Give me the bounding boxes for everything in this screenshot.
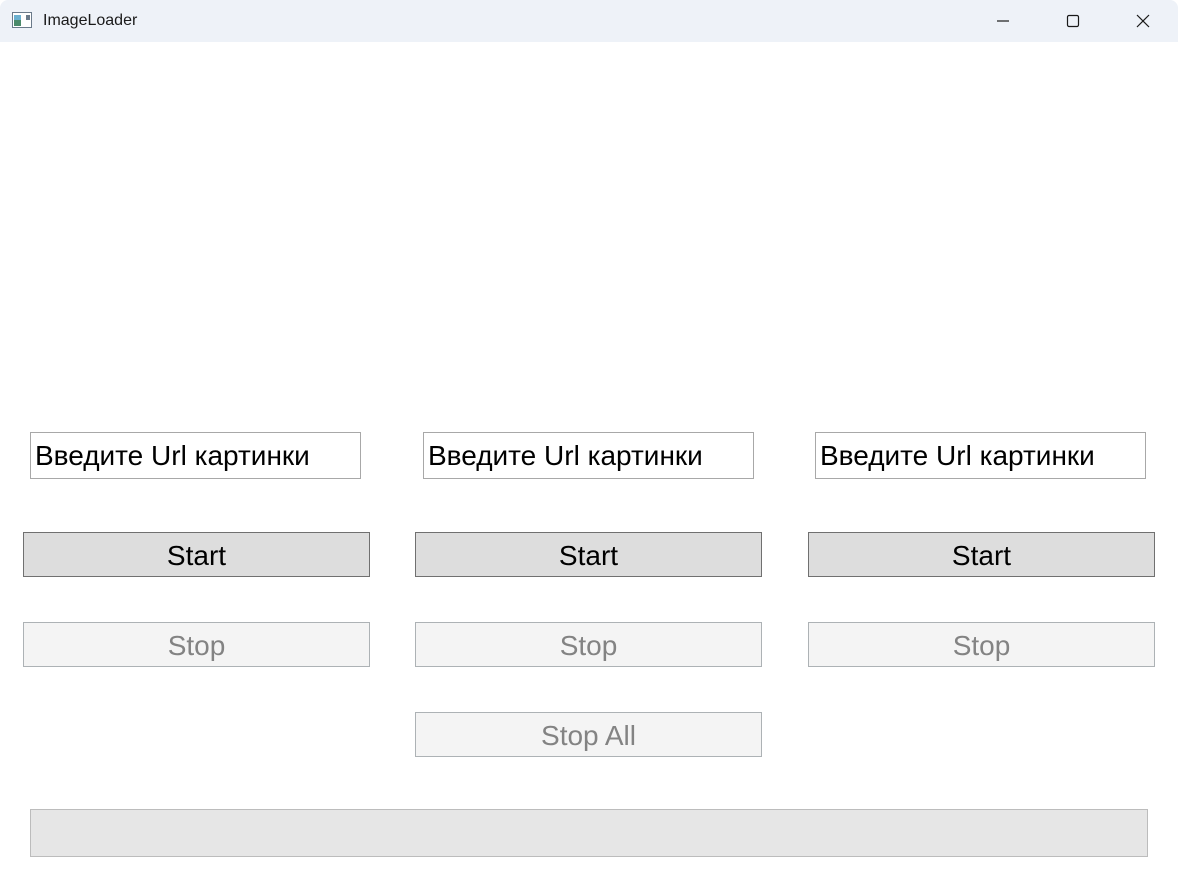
- minimize-button[interactable]: [968, 0, 1038, 42]
- url-input-2[interactable]: Введите Url картинки: [423, 432, 754, 479]
- close-icon: [1136, 14, 1150, 28]
- start-button-1[interactable]: Start: [23, 532, 370, 577]
- start-button-2[interactable]: Start: [415, 532, 762, 577]
- stop-button-3[interactable]: Stop: [808, 622, 1155, 667]
- url-input-3[interactable]: Введите Url картинки: [815, 432, 1146, 479]
- image-loader-window: ImageLoader Введите Url картинки Start S…: [0, 0, 1178, 885]
- window-title: ImageLoader: [43, 12, 138, 29]
- progress-bar: [30, 809, 1148, 857]
- title-bar[interactable]: ImageLoader: [0, 0, 1178, 42]
- start-button-3[interactable]: Start: [808, 532, 1155, 577]
- minimize-icon: [997, 20, 1009, 22]
- app-window-icon: [12, 12, 32, 28]
- url-input-1[interactable]: Введите Url картинки: [30, 432, 361, 479]
- maximize-icon: [1066, 14, 1080, 28]
- maximize-button[interactable]: [1038, 0, 1108, 42]
- close-button[interactable]: [1108, 0, 1178, 42]
- stop-button-1[interactable]: Stop: [23, 622, 370, 667]
- stop-button-2[interactable]: Stop: [415, 622, 762, 667]
- stop-all-button[interactable]: Stop All: [415, 712, 762, 757]
